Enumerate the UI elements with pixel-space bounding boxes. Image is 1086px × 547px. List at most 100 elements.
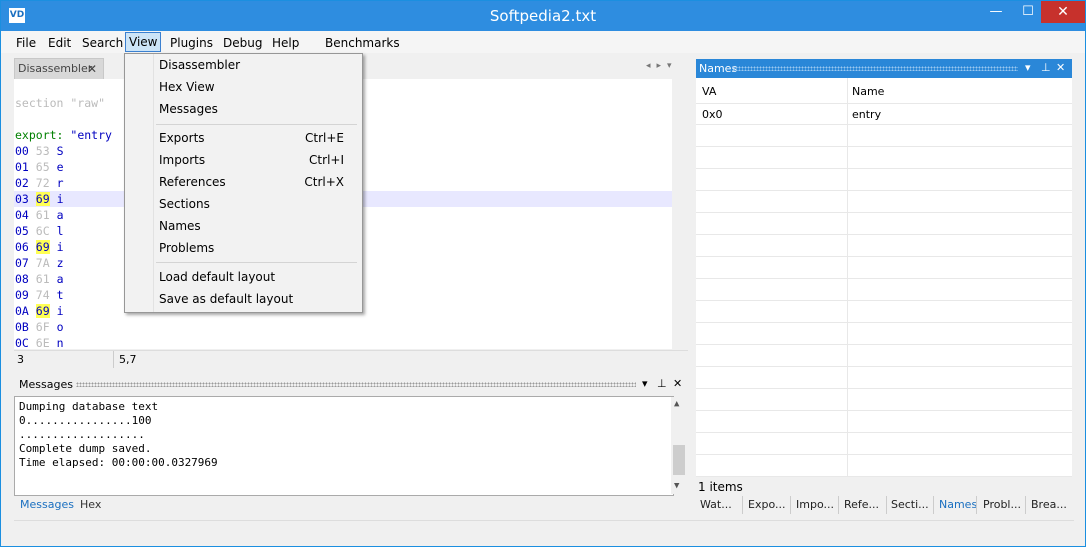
menu-item-names[interactable]: Names xyxy=(125,217,362,235)
menu-separator xyxy=(156,262,357,263)
tab-disassembler[interactable]: Disassembler ✕ xyxy=(14,58,104,80)
hex-row[interactable]: 01 65 e xyxy=(15,159,64,175)
hex-row[interactable]: 0C 6E n xyxy=(15,335,64,349)
menu-item-label: Exports xyxy=(159,131,205,145)
menu-item-sections[interactable]: Sections xyxy=(125,195,362,213)
hex-row[interactable]: 08 61 a xyxy=(15,271,64,287)
column-header-va[interactable]: VA xyxy=(702,85,716,98)
hex-row[interactable]: 07 7A z xyxy=(15,255,64,271)
menu-item-references[interactable]: References Ctrl+X xyxy=(125,173,362,191)
menu-item-shortcut: Ctrl+X xyxy=(304,175,344,189)
hex-row[interactable]: 09 74 t xyxy=(15,287,64,303)
menu-plugins[interactable]: Plugins xyxy=(167,34,216,52)
menu-item-hex-view[interactable]: Hex View xyxy=(125,78,362,96)
tab-sections[interactable]: Secti... xyxy=(891,498,929,511)
menu-item-label: References xyxy=(159,175,226,189)
menu-item-load-default-layout[interactable]: Load default layout xyxy=(125,268,362,286)
hex-row[interactable]: 0B 6F o xyxy=(15,319,64,335)
tab-names[interactable]: Names xyxy=(939,498,977,511)
menu-help[interactable]: Help xyxy=(269,34,302,52)
message-line: 0................100 xyxy=(19,414,152,427)
row-hex-byte: 6E xyxy=(35,336,50,349)
tab-problems[interactable]: Probl... xyxy=(983,498,1021,511)
messages-panel-title: Messages xyxy=(19,378,73,391)
row-char: r xyxy=(56,176,64,190)
menu-search[interactable]: Search xyxy=(79,34,126,52)
editor-status-bar: 3 5,7 xyxy=(14,350,688,368)
table-cell-name[interactable]: entry xyxy=(852,108,881,121)
menu-item-disassembler[interactable]: Disassembler xyxy=(125,56,362,74)
tab-exports[interactable]: Expo... xyxy=(748,498,785,511)
tab-references[interactable]: Refe... xyxy=(844,498,879,511)
messages-scrollbar[interactable]: ▲ ▼ xyxy=(671,397,687,494)
export-line: export: "entry xyxy=(15,127,112,143)
tab-imports[interactable]: Impo... xyxy=(796,498,834,511)
menu-item-label: Save as default layout xyxy=(159,292,294,306)
row-char: a xyxy=(56,208,64,222)
menu-item-messages[interactable]: Messages xyxy=(125,100,362,118)
menu-item-problems[interactable]: Problems xyxy=(125,239,362,257)
tab-breakpoints[interactable]: Brea... xyxy=(1031,498,1067,511)
menu-file[interactable]: File xyxy=(13,34,39,52)
panel-grip[interactable] xyxy=(732,66,1018,71)
close-button[interactable]: ✕ xyxy=(1041,1,1085,23)
menu-item-label: Disassembler xyxy=(159,58,241,72)
app-icon[interactable]: VD xyxy=(9,8,25,23)
tab-close-icon[interactable]: ✕ xyxy=(87,59,97,79)
table-cell-va[interactable]: 0x0 xyxy=(702,108,723,121)
menu-item-save-as-default-layout[interactable]: Save as default layout xyxy=(125,290,362,308)
row-hex-byte: 7A xyxy=(35,256,50,270)
tab-scroll-arrows-icon[interactable]: ◂▸▾ xyxy=(646,61,678,71)
menu-benchmarks[interactable]: Benchmarks xyxy=(322,34,403,52)
menu-item-imports[interactable]: Imports Ctrl+I xyxy=(125,151,362,169)
dropdown-icon[interactable]: ▾ xyxy=(642,377,648,390)
export-value: "entry xyxy=(70,128,112,142)
scroll-thumb[interactable] xyxy=(673,445,685,475)
menu-view[interactable]: View xyxy=(125,32,162,52)
menu-item-label: Names xyxy=(159,219,201,233)
row-address: 07 xyxy=(15,256,29,270)
menu-edit[interactable]: Edit xyxy=(45,34,74,52)
menu-item-shortcut: Ctrl+E xyxy=(305,131,344,145)
close-icon[interactable]: ✕ xyxy=(1056,61,1065,74)
scroll-down-icon[interactable]: ▼ xyxy=(674,481,679,491)
hex-row[interactable]: 06 69 i xyxy=(15,239,64,255)
minimize-button[interactable]: — xyxy=(981,1,1011,23)
tab-watch[interactable]: Wat... xyxy=(700,498,732,511)
hex-row[interactable]: 05 6C l xyxy=(15,223,64,239)
menu-separator xyxy=(156,124,357,125)
message-line: ................... xyxy=(19,428,145,441)
pin-icon[interactable]: ⊥ xyxy=(657,377,667,390)
menu-debug[interactable]: Debug xyxy=(220,34,265,52)
names-table[interactable]: VA Name 0x0 entry xyxy=(696,78,1072,477)
row-hex-byte: 69 xyxy=(35,192,50,206)
hex-row[interactable]: 0A 69 i xyxy=(15,303,64,319)
hex-row[interactable]: 00 53 S xyxy=(15,143,64,159)
row-char: z xyxy=(56,256,64,270)
pin-icon[interactable]: ⊥ xyxy=(1041,61,1051,74)
menu-item-label: Problems xyxy=(159,241,215,255)
row-hex-byte: 61 xyxy=(35,272,50,286)
messages-output[interactable]: Dumping database text 0................10… xyxy=(14,396,687,496)
column-header-name[interactable]: Name xyxy=(852,85,884,98)
menu-item-shortcut: Ctrl+I xyxy=(309,153,344,167)
tab-messages[interactable]: Messages xyxy=(20,498,74,511)
row-char: i xyxy=(56,304,64,318)
section-line: section "raw" xyxy=(15,96,106,110)
maximize-button[interactable]: ☐ xyxy=(1013,1,1043,23)
status-cursor-position: 5,7 xyxy=(119,353,137,366)
row-hex-byte: 61 xyxy=(35,208,50,222)
application-window: Softpedia2.txt VD — ☐ ✕ File Edit Search… xyxy=(0,0,1086,547)
tab-hex[interactable]: Hex xyxy=(80,498,101,511)
dropdown-icon[interactable]: ▾ xyxy=(1025,61,1031,74)
hex-row[interactable]: 04 61 a xyxy=(15,207,64,223)
scroll-up-icon[interactable]: ▲ xyxy=(674,399,679,409)
row-hex-byte: 6C xyxy=(35,224,50,238)
hex-row[interactable]: 03 69 i xyxy=(15,191,64,207)
panel-grip[interactable] xyxy=(76,382,636,387)
close-icon[interactable]: ✕ xyxy=(673,377,682,390)
menu-item-label: Imports xyxy=(159,153,206,167)
hex-row[interactable]: 02 72 r xyxy=(15,175,64,191)
tab-disassembler-label: Disassembler xyxy=(18,62,93,75)
menu-item-exports[interactable]: Exports Ctrl+E xyxy=(125,129,362,147)
